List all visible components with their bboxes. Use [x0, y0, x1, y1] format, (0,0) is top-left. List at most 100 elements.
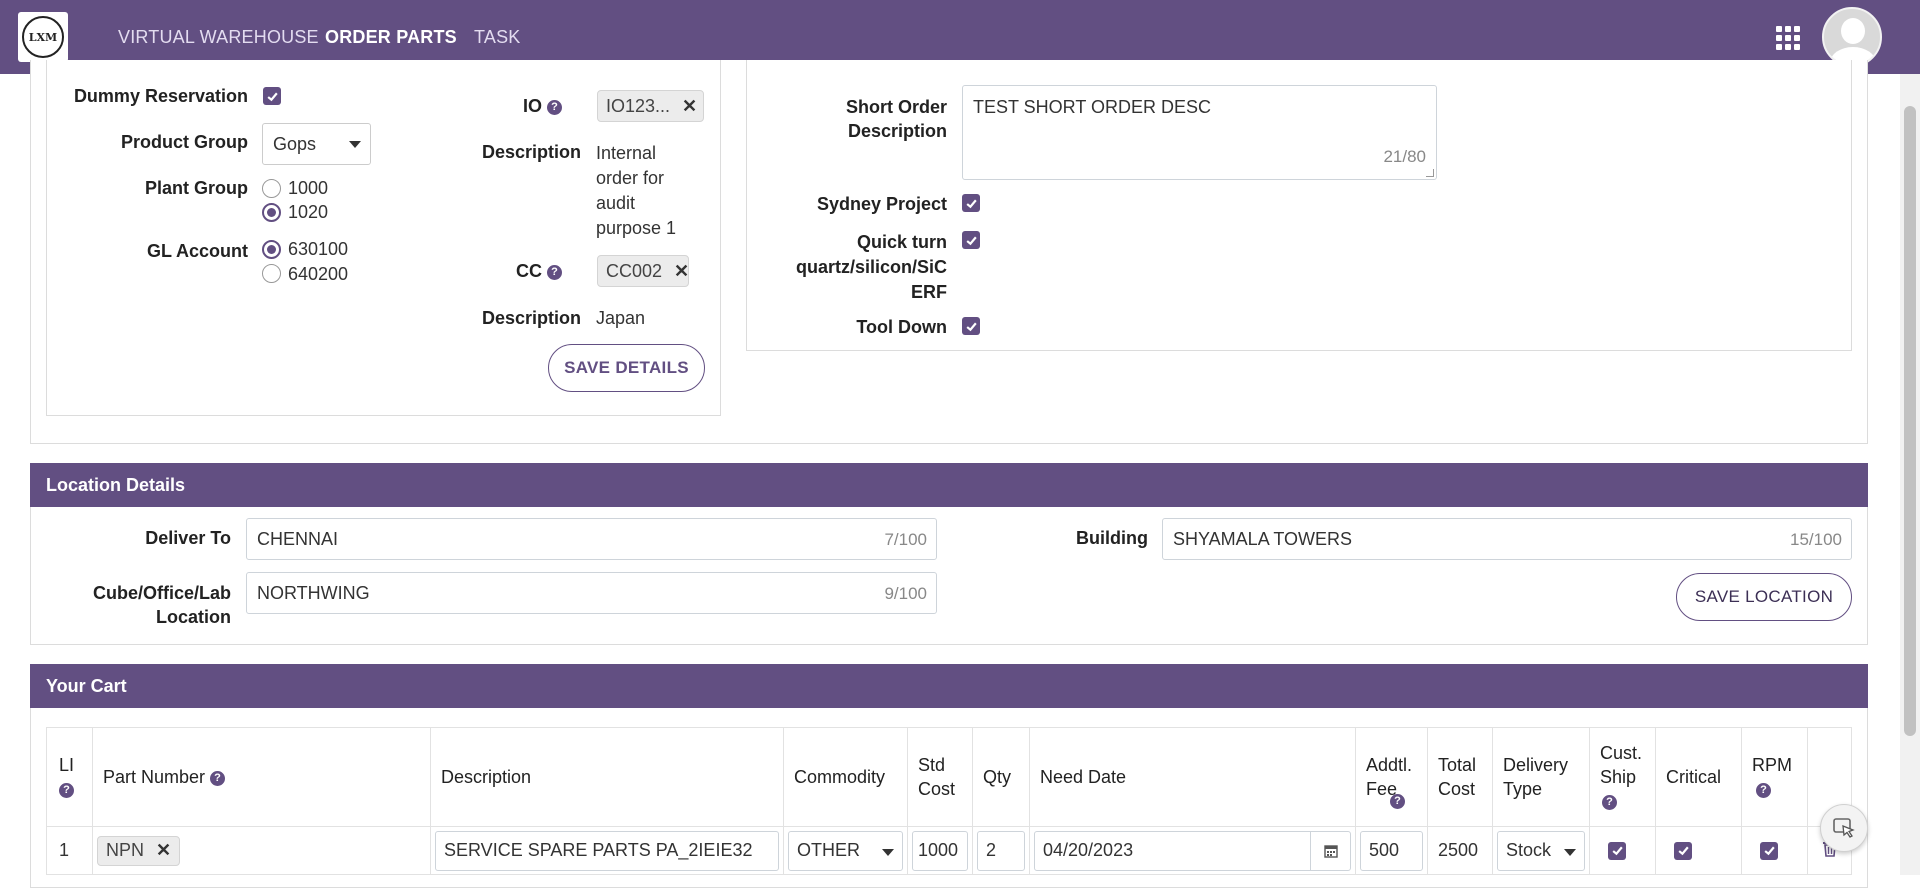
remove-part-icon[interactable]: ✕: [156, 840, 171, 861]
cell-addtl-fee: 500: [1355, 826, 1428, 875]
gl-account-option-label: 640200: [288, 264, 349, 284]
save-details-button[interactable]: SAVE DETAILS: [548, 344, 705, 392]
cc-label: CC?: [480, 261, 562, 282]
cell-critical: [1655, 826, 1742, 875]
gl-account-label: GL Account: [146, 241, 248, 261]
short-order-value: TEST SHORT ORDER DESC: [973, 97, 1212, 117]
gl-account-radio-630100[interactable]: [262, 240, 281, 259]
part-number-tag: NPN ✕: [97, 835, 181, 866]
logo-text: LXM: [22, 16, 64, 58]
deliver-to-label: Deliver To: [145, 528, 231, 548]
building-counter: 15/100: [1790, 530, 1842, 549]
building-input[interactable]: SHYAMALA TOWERS 15/100: [1162, 518, 1852, 560]
io-description: Internal order for audit purpose 1: [596, 143, 677, 238]
cube-location-counter: 9/100: [884, 584, 927, 603]
short-order-textarea[interactable]: TEST SHORT ORDER DESC 21/80: [962, 85, 1437, 180]
cart-table: LI? Part Number? Description Commodity S…: [46, 727, 1852, 875]
cell-need-date: 04/20/2023: [1029, 826, 1356, 875]
col-li: LI?: [46, 727, 93, 827]
gl-account-option-label: 630100: [288, 239, 349, 259]
product-group-select[interactable]: Gops: [262, 123, 371, 165]
cursor-select-icon: [1833, 818, 1855, 838]
description-input[interactable]: SERVICE SPARE PARTS PA_2IEIE32: [435, 830, 779, 871]
delivery-type-select[interactable]: Stock: [1497, 830, 1585, 871]
help-icon[interactable]: ?: [210, 770, 226, 786]
col-commodity: Commodity: [783, 727, 908, 827]
short-order-counter: 21/80: [1383, 147, 1426, 166]
io-description-label: Description: [481, 142, 581, 162]
cube-location-label: Cube/Office/Lab Location: [92, 583, 231, 627]
apps-grid-icon[interactable]: [1776, 26, 1800, 50]
short-order-label: Short Order Description: [845, 97, 947, 141]
calendar-icon[interactable]: [1310, 831, 1350, 870]
deliver-to-value: CHENNAI: [257, 528, 339, 549]
plant-group-radio-1000[interactable]: [262, 179, 281, 198]
critical-checkbox[interactable]: [1674, 841, 1692, 860]
building-label: Building: [1076, 528, 1148, 548]
rpm-checkbox[interactable]: [1760, 841, 1778, 860]
io-label: IO?: [480, 96, 562, 117]
cell-std-cost: 1000: [907, 826, 973, 875]
tool-down-label: Tool Down: [856, 317, 947, 337]
cart-header-row: LI? Part Number? Description Commodity S…: [46, 727, 1852, 827]
col-qty: Qty: [972, 727, 1030, 827]
cell-commodity: OTHER: [783, 826, 908, 875]
col-delivery-type: Delivery Type: [1492, 727, 1590, 827]
col-addtl-fee: Addtl. Fee?: [1355, 727, 1428, 827]
cc-value: CC002: [606, 260, 663, 281]
deliver-to-counter: 7/100: [884, 530, 927, 549]
col-critical: Critical: [1655, 727, 1742, 827]
deliver-to-input[interactable]: CHENNAI 7/100: [246, 518, 937, 560]
plant-group-option-label: 1020: [288, 202, 329, 222]
sydney-project-checkbox[interactable]: [962, 194, 980, 212]
help-icon[interactable]: ?: [547, 264, 562, 280]
table-row: 1 NPN ✕ SERVICE SPARE PARTS PA_2IEIE32 OT…: [46, 826, 1852, 875]
tool-down-checkbox[interactable]: [962, 317, 980, 335]
product-group-value: Gops: [273, 133, 317, 154]
scrollbar-thumb[interactable]: [1904, 106, 1916, 736]
col-std-cost: Std Cost: [907, 727, 973, 827]
cube-location-value: NORTHWING: [257, 582, 370, 603]
cell-li: 1: [46, 826, 93, 875]
commodity-select[interactable]: OTHER: [788, 830, 903, 871]
qty-input[interactable]: 2: [977, 830, 1025, 871]
building-value: SHYAMALA TOWERS: [1173, 528, 1353, 549]
cust-ship-checkbox[interactable]: [1608, 841, 1626, 860]
help-icon[interactable]: ?: [59, 782, 74, 798]
plant-group-option-label: 1000: [288, 178, 329, 198]
company-logo[interactable]: LXM: [18, 12, 68, 62]
cart-header: Your Cart: [30, 664, 1868, 708]
cell-cust-ship: [1589, 826, 1656, 875]
caret-down-icon: [349, 141, 361, 148]
help-icon[interactable]: ?: [547, 99, 562, 115]
cc-tag: CC002 ✕: [597, 255, 689, 287]
gl-account-radio-640200[interactable]: [262, 264, 281, 283]
save-location-button[interactable]: SAVE LOCATION: [1676, 573, 1852, 621]
quick-turn-label: Quick turn quartz/silicon/SiC ERF: [795, 232, 947, 302]
product-group-label: Product Group: [121, 132, 248, 152]
cell-description: SERVICE SPARE PARTS PA_2IEIE32: [430, 826, 784, 875]
std-cost-input[interactable]: 1000: [912, 830, 968, 871]
addtl-fee-input[interactable]: 500: [1360, 830, 1423, 871]
sydney-project-label: Sydney Project: [816, 194, 947, 214]
cube-location-input[interactable]: NORTHWING 9/100: [246, 572, 937, 614]
plant-group-radio-1020[interactable]: [262, 203, 281, 222]
cell-total-cost: 2500: [1427, 826, 1493, 875]
io-tag: IO123... ✕: [597, 90, 704, 122]
caret-down-icon: [882, 848, 894, 856]
help-icon[interactable]: ?: [1756, 782, 1771, 798]
remove-io-icon[interactable]: ✕: [682, 96, 697, 117]
page-scrollbar[interactable]: [1900, 74, 1920, 875]
quick-turn-checkbox[interactable]: [962, 231, 980, 249]
user-avatar[interactable]: [1822, 7, 1882, 67]
location-details-header: Location Details: [30, 463, 1868, 507]
need-date-input[interactable]: 04/20/2023: [1034, 830, 1351, 871]
dummy-reservation-checkbox[interactable]: [263, 87, 281, 105]
io-value: IO123...: [606, 95, 671, 116]
help-icon[interactable]: ?: [1602, 794, 1617, 810]
col-rpm: RPM?: [1741, 727, 1808, 827]
help-icon[interactable]: ?: [1390, 793, 1405, 809]
resize-handle-icon[interactable]: [1426, 169, 1434, 177]
remove-cc-icon[interactable]: ✕: [674, 261, 689, 282]
screen-select-button[interactable]: [1820, 804, 1868, 852]
